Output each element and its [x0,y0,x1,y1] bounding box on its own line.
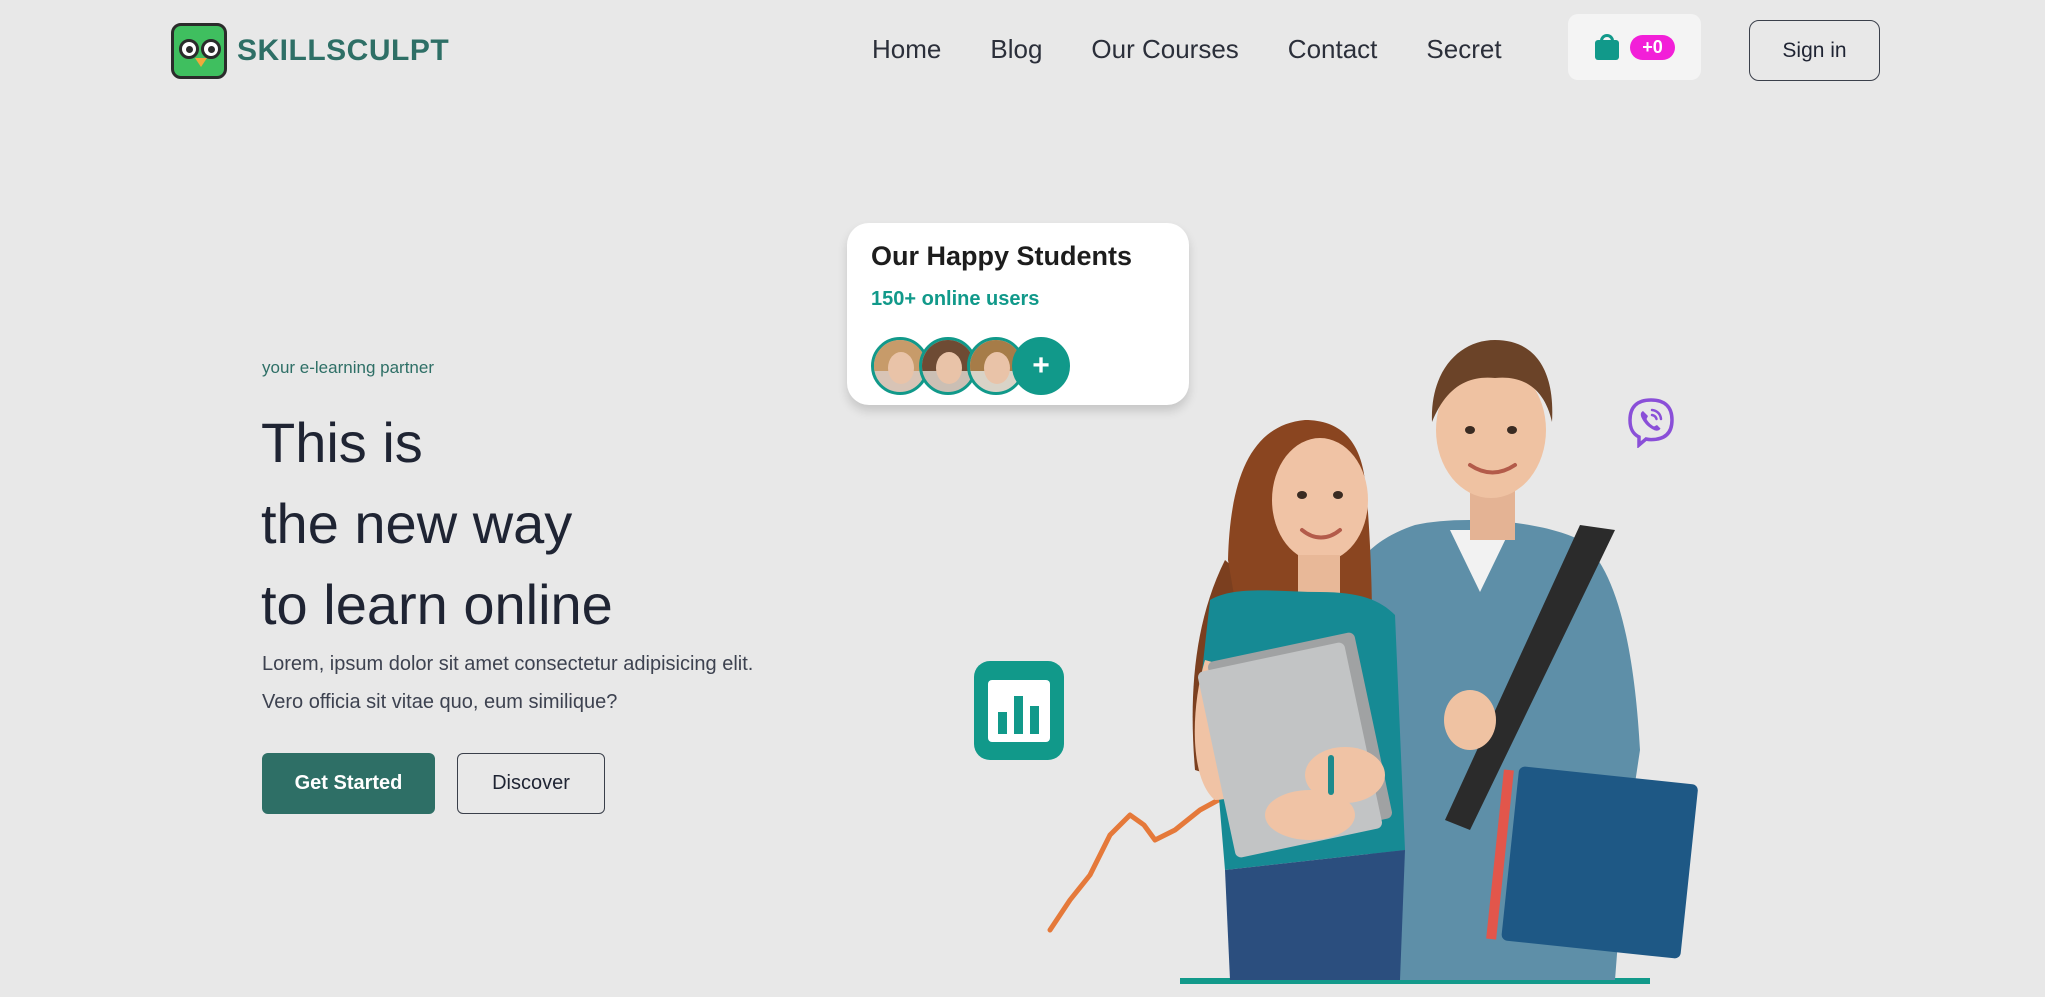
nav-home[interactable]: Home [872,34,941,65]
students-illustration [1047,340,1698,984]
nav-our-courses[interactable]: Our Courses [1091,34,1238,65]
headline-line-3: to learn online [261,573,613,636]
top-navigation: SKILLSCULPT Home Blog Our Courses Contac… [0,0,2045,100]
brand-logo[interactable]: SKILLSCULPT [171,23,449,79]
card-title: Our Happy Students [871,241,1133,271]
headline-line-1: This is [261,411,423,474]
cart-count-badge: +0 [1630,34,1675,60]
shopping-bag-icon [1594,34,1620,60]
online-users-count: 150+ online users [871,288,1040,310]
nav-secret[interactable]: Secret [1426,34,1501,65]
hero-description: Lorem, ipsum dolor sit amet consectetur … [262,653,754,713]
main-menu: Home Blog Our Courses Contact Secret [872,34,1551,65]
owl-logo-icon [171,23,227,79]
hero-headline: This is the new way to learn online [261,402,613,645]
headline-line-2: the new way [261,492,573,555]
nav-contact[interactable]: Contact [1288,34,1378,65]
get-started-button[interactable]: Get Started [262,753,435,814]
discover-button[interactable]: Discover [457,753,605,814]
hero-tagline: your e-learning partner [262,358,434,377]
sign-in-button[interactable]: Sign in [1749,20,1880,81]
nav-blog[interactable]: Blog [990,34,1042,65]
brand-name: SKILLSCULPT [237,34,450,67]
cart-button[interactable]: +0 [1568,14,1701,80]
